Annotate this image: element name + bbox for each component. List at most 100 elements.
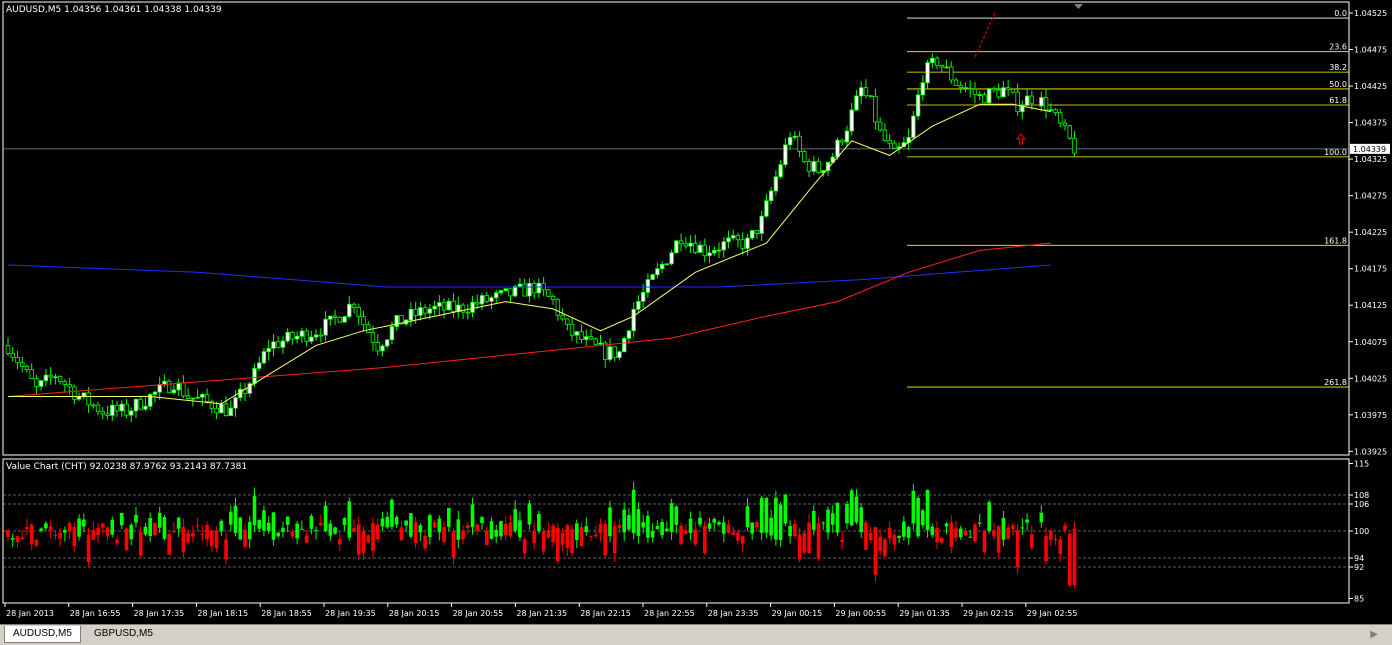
indicator-candle-body <box>570 529 574 553</box>
x-tick-label: 28 Jan 22:55 <box>644 609 695 618</box>
indicator-candle-body <box>428 515 432 538</box>
indicator-candle-body <box>693 529 698 545</box>
candle-body <box>157 384 162 393</box>
candle-body <box>489 297 494 302</box>
indicator-candle-body <box>826 509 830 533</box>
indicator-candle-body <box>418 525 423 533</box>
tab-scroll-right-icon[interactable]: ▶ <box>1370 629 1378 640</box>
y-tick-label: 1.03925 <box>1354 447 1387 456</box>
candle-body <box>816 161 821 173</box>
candle-body <box>726 237 731 243</box>
indicator-candle-body <box>755 522 759 528</box>
indicator-candle-body <box>551 525 555 543</box>
candle-body <box>868 95 873 98</box>
candle-body <box>944 66 949 69</box>
y-tick-label: 1.04275 <box>1354 192 1387 201</box>
x-tick-label: 28 Jan 22:15 <box>580 609 631 618</box>
candle-body <box>285 331 290 342</box>
indicator-candle-body <box>157 512 162 528</box>
indicator-header: Value Chart (CHT) 92.0238 87.9762 93.214… <box>6 462 248 472</box>
candle-body <box>877 121 883 131</box>
indicator-candle-body <box>475 524 480 531</box>
candle-body <box>764 200 769 217</box>
chart-area[interactable]: 1.04525 1.04475 1.04425 1.04375 1.04325 1.042… <box>0 0 1392 624</box>
candle-body <box>607 346 613 360</box>
candle-body <box>119 403 124 412</box>
candle-body <box>745 237 750 249</box>
indicator-candle-body <box>593 534 598 537</box>
indicator-candle-body <box>1044 536 1048 561</box>
candle-body <box>797 135 802 152</box>
indicator-candle-body <box>352 528 356 532</box>
indicator-candle-body <box>48 526 53 531</box>
indicator-candle-body <box>987 502 991 532</box>
indicator-candle-body <box>849 490 854 526</box>
tab-audusd-m5[interactable]: AUDUSD,M5 <box>4 626 81 643</box>
candle-body <box>257 362 262 369</box>
indicator-candle-body <box>371 523 375 551</box>
candle-body <box>143 405 148 410</box>
indicator-candle-body <box>205 525 209 540</box>
indicator-candles <box>6 481 1077 589</box>
candle-body <box>313 334 319 338</box>
candle-body <box>887 139 892 144</box>
candle-body <box>498 290 504 294</box>
candle-body <box>347 303 352 318</box>
y-tick-label: 1.04525 <box>1354 9 1387 18</box>
indicator-candle-body <box>835 503 840 533</box>
indicator-candle-body <box>589 536 593 538</box>
candle-body <box>1015 91 1020 113</box>
indicator-candle-body <box>939 538 944 543</box>
indicator-candle-body <box>375 524 380 540</box>
candle-body <box>1067 125 1072 139</box>
indicator-candle-body <box>745 506 750 528</box>
candle-body <box>787 137 793 146</box>
indicator-candle-body <box>911 490 916 524</box>
candle-body <box>1024 95 1030 106</box>
x-tick-label: 28 Jan 23:35 <box>708 609 759 618</box>
indicator-candle-body <box>252 496 257 526</box>
indicator-candle-body <box>660 521 664 536</box>
candle-body <box>15 356 20 364</box>
candle-body <box>290 331 295 340</box>
indicator-candle-body <box>44 523 48 529</box>
candle-body <box>304 330 309 342</box>
indicator-candle-body <box>451 531 456 558</box>
fib-level-label: 23.6 <box>1329 43 1347 52</box>
fib-level-label: 61.8 <box>1329 96 1347 105</box>
candle-body <box>1043 97 1049 111</box>
candle-body <box>328 315 333 320</box>
indicator-candle-body <box>119 513 124 526</box>
tab-gbpusd-m5[interactable]: GBPUSD,M5 <box>86 626 161 642</box>
indicator-candle-body <box>968 536 973 538</box>
candle-body <box>953 79 959 86</box>
candle-body <box>351 303 357 308</box>
candle-body <box>124 403 129 416</box>
x-tick-label: 29 Jan 02:15 <box>963 609 1014 618</box>
indicator-candle-body <box>63 529 67 533</box>
candle-body <box>972 88 978 96</box>
x-tick-label: 28 Jan 16:55 <box>70 609 121 618</box>
indicator-candle-body <box>394 517 399 525</box>
indicator-candle-body <box>276 532 280 537</box>
indicator-candle-body <box>883 539 887 557</box>
indicator-candle-body <box>878 536 882 552</box>
candle-body <box>166 380 172 394</box>
candle-body <box>394 315 399 328</box>
indicator-candle-body <box>764 497 769 533</box>
indicator-candle-body <box>347 501 352 538</box>
indicator-candle-body <box>868 532 873 541</box>
indicator-y-tick-label: 92 <box>1354 563 1364 572</box>
up-arrow-icon <box>1015 133 1027 145</box>
candle-body <box>622 338 627 353</box>
candle-body <box>773 176 779 192</box>
candle-body <box>768 190 774 202</box>
candle-body <box>34 378 39 387</box>
indicator-y-tick-label: 108 <box>1354 491 1369 500</box>
indicator-candle-body <box>949 522 954 547</box>
candle-body <box>598 342 603 345</box>
indicator-candle-body <box>778 504 783 540</box>
candle-body <box>664 263 670 266</box>
candle-body <box>375 342 380 352</box>
candle-body <box>418 307 423 316</box>
